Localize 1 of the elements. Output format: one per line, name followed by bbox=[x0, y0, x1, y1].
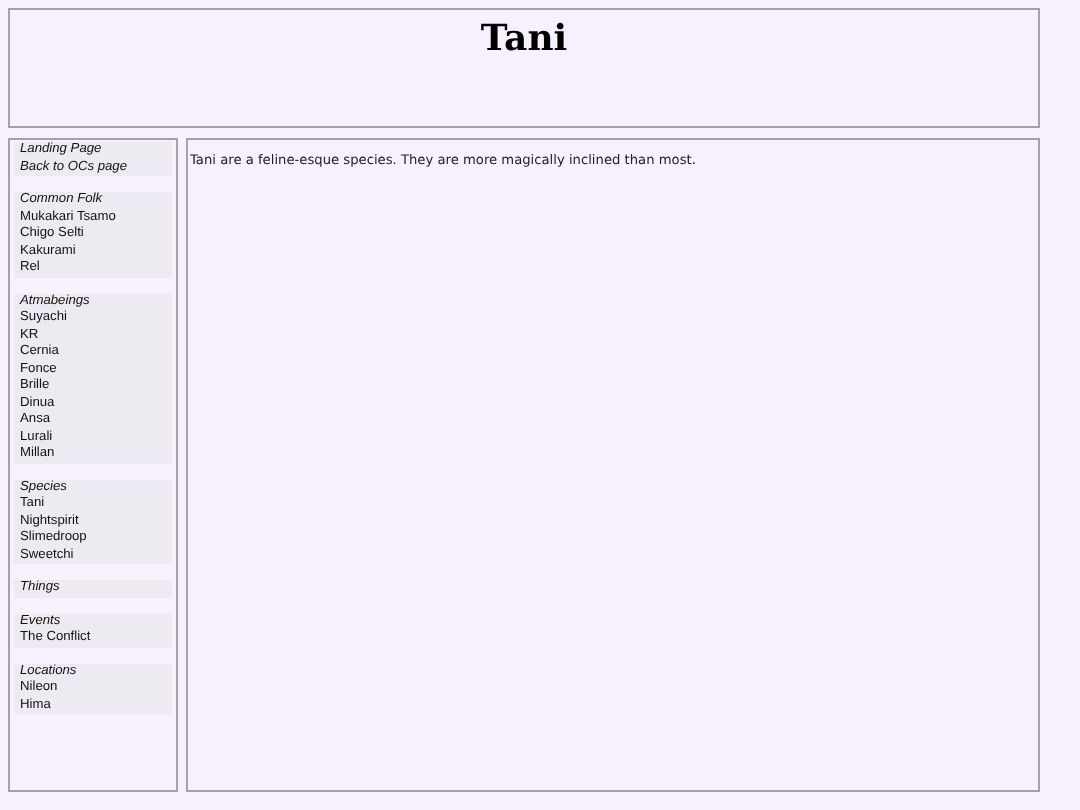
page-title: Tani bbox=[480, 18, 568, 60]
